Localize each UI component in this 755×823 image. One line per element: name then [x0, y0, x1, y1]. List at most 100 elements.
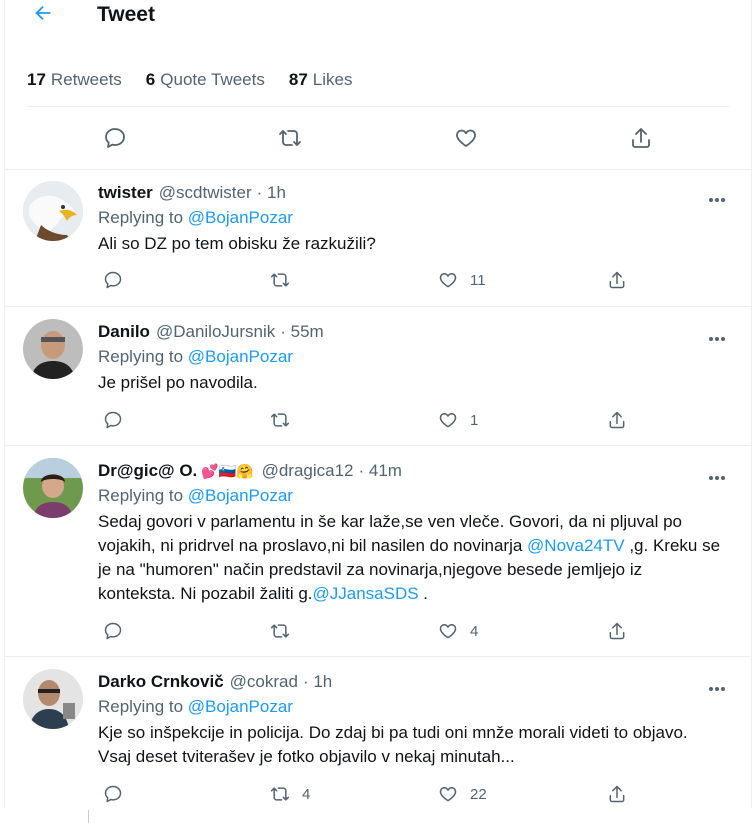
retweet-button[interactable]	[270, 621, 302, 641]
reply-tweet[interactable]: Danilo @DaniloJursnik · 55m Replying to …	[5, 306, 751, 445]
like-icon	[439, 273, 457, 288]
share-button[interactable]	[607, 270, 627, 290]
avatar[interactable]	[23, 458, 83, 518]
retweet-button[interactable]	[270, 270, 302, 290]
like-icon	[439, 624, 457, 639]
reply-text: Kje so inšpekcije in policija. Do zdaj b…	[98, 723, 688, 766]
replying-to-link[interactable]: @BojanPozar	[188, 347, 293, 366]
author-handle[interactable]: @dragica12	[262, 460, 354, 482]
like-button[interactable]: 22	[438, 784, 487, 804]
reply-icon	[104, 785, 122, 803]
author-handle[interactable]: @DaniloJursnik	[156, 321, 275, 343]
reply-tweet[interactable]: Darko Crnkovič @cokrad · 1h Replying to …	[5, 656, 751, 808]
retweet-icon	[270, 624, 290, 638]
name-emojis: 💕🇸🇮🤗	[201, 463, 254, 479]
avatar[interactable]	[23, 181, 83, 241]
like-count: 11	[470, 271, 486, 289]
reply-content: Danilo @DaniloJursnik · 55m Replying to …	[98, 321, 721, 395]
reply-icon	[104, 271, 122, 289]
like-button[interactable]: 1	[438, 410, 478, 430]
retweet-icon	[270, 787, 290, 801]
share-icon	[609, 622, 625, 640]
reply-button[interactable]	[103, 270, 123, 290]
replying-to-label: Replying to	[98, 697, 184, 716]
mention-link[interactable]: @Nova24TV	[527, 536, 625, 555]
retweet-button[interactable]	[270, 410, 302, 430]
replying-to-link[interactable]: @BojanPozar	[188, 697, 293, 716]
like-icon	[439, 413, 457, 428]
author-name[interactable]: twister	[98, 182, 153, 204]
back-arrow-icon[interactable]	[32, 2, 54, 24]
reply-text: Je prišel po navodila.	[98, 373, 258, 392]
share-icon[interactable]	[629, 126, 653, 150]
avatar[interactable]	[23, 669, 83, 729]
reply-icon[interactable]	[103, 126, 127, 150]
share-button[interactable]	[607, 410, 627, 430]
reply-content: Dr@gic@ O. 💕🇸🇮🤗 @dragica12 · 41m Replyin…	[98, 460, 721, 606]
reply-content: Darko Crnkovič @cokrad · 1h Replying to …	[98, 671, 721, 769]
reply-tweet[interactable]: Dr@gic@ O. 💕🇸🇮🤗 @dragica12 · 41m Replyin…	[5, 445, 751, 656]
timestamp[interactable]: · 55m	[280, 321, 323, 343]
author-handle[interactable]: @cokrad	[230, 671, 298, 693]
likes-stat[interactable]: 87 Likes	[289, 70, 353, 90]
replying-to-link[interactable]: @BojanPozar	[188, 208, 293, 227]
author-name[interactable]: Danilo	[98, 321, 150, 343]
reply-text-part: .	[418, 584, 429, 603]
retweet-count: 4	[302, 785, 311, 803]
replying-to: Replying to @BojanPozar	[98, 207, 721, 229]
like-count: 4	[470, 622, 479, 640]
reply-actions: 4 22	[98, 784, 638, 808]
timestamp[interactable]: · 41m	[359, 460, 402, 482]
share-button[interactable]	[607, 621, 627, 641]
tweet-actions	[27, 107, 729, 169]
avatar[interactable]	[23, 319, 83, 379]
replying-to-label: Replying to	[98, 208, 184, 227]
reply-text: Sedaj govori v parlamentu in še kar laže…	[98, 510, 721, 606]
author-handle[interactable]: @scdtwister	[159, 182, 252, 204]
quote-tweets-stat[interactable]: 6 Quote Tweets	[146, 70, 265, 90]
retweets-label: Retweets	[50, 70, 122, 89]
like-button[interactable]: 4	[438, 621, 478, 641]
retweet-button[interactable]: 4	[270, 784, 310, 804]
like-button[interactable]: 11	[438, 270, 486, 290]
author-name[interactable]: Dr@gic@ O.	[98, 460, 197, 482]
author-name[interactable]: Darko Crnkovič	[98, 671, 224, 693]
like-icon[interactable]	[454, 126, 478, 150]
like-count: 22	[470, 785, 487, 803]
retweet-icon	[270, 413, 290, 427]
retweet-icon	[270, 273, 290, 287]
reply-icon	[104, 411, 122, 429]
mention-link[interactable]: @JJansaSDS	[313, 584, 419, 603]
like-icon	[439, 787, 457, 802]
replying-to-label: Replying to	[98, 347, 184, 366]
timestamp[interactable]: · 1h	[257, 182, 286, 204]
reply-button[interactable]	[103, 621, 123, 641]
replying-to: Replying to @BojanPozar	[98, 696, 721, 718]
reply-actions: 4	[98, 621, 638, 645]
like-count: 1	[470, 411, 479, 429]
reply-content: twister @scdtwister · 1h Replying to @Bo…	[98, 182, 721, 256]
likes-label: Likes	[312, 70, 353, 89]
share-button[interactable]	[607, 784, 627, 804]
reply-actions: 1	[98, 410, 638, 434]
reply-tweet[interactable]: twister @scdtwister · 1h Replying to @Bo…	[5, 169, 751, 306]
tweet-stats: 17 Retweets 6 Quote Tweets 87 Likes	[27, 54, 729, 107]
retweets-stat[interactable]: 17 Retweets	[27, 70, 122, 90]
reply-actions: 11	[98, 270, 638, 294]
retweet-icon[interactable]	[278, 126, 302, 150]
reply-text: Ali so DZ po tem obisku že razkužili?	[98, 234, 376, 253]
tweet-column: Tweet 17 Retweets 6 Quote Tweets 87 Like…	[4, 0, 752, 808]
reply-button[interactable]	[103, 784, 123, 804]
reply-button[interactable]	[103, 410, 123, 430]
replying-to: Replying to @BojanPozar	[98, 346, 721, 368]
likes-count: 87	[288, 70, 308, 89]
replying-to: Replying to @BojanPozar	[98, 485, 721, 507]
divider	[88, 810, 89, 823]
reply-icon	[104, 622, 122, 640]
retweets-count: 17	[27, 70, 46, 89]
share-icon	[609, 271, 625, 289]
timestamp[interactable]: · 1h	[303, 671, 332, 693]
replying-to-label: Replying to	[98, 486, 184, 505]
quote-tweets-count: 6	[145, 70, 156, 89]
replying-to-link[interactable]: @BojanPozar	[188, 486, 293, 505]
